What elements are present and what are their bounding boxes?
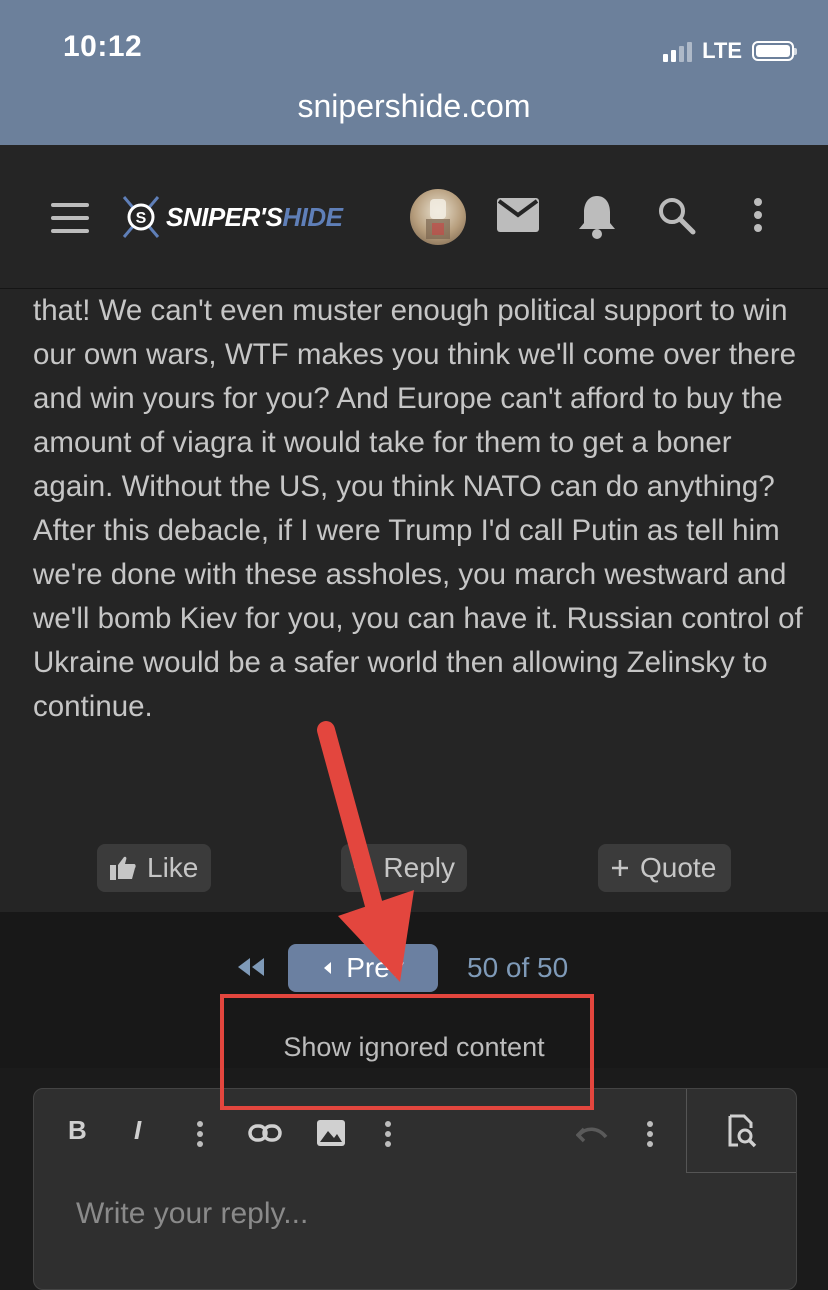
post-body: that! We can't even muster enough politi…: [33, 294, 803, 723]
prev-label: Prev: [346, 952, 404, 983]
search-icon[interactable]: [656, 195, 696, 235]
annotation-highlight-box: [220, 994, 594, 1110]
reply-input[interactable]: Write your reply...: [76, 1197, 308, 1231]
italic-button[interactable]: I: [134, 1115, 141, 1146]
reply-icon: [353, 860, 373, 876]
first-page-icon[interactable]: [236, 956, 266, 983]
status-indicators: LTE: [663, 38, 797, 64]
address-bar-url[interactable]: snipershide.com: [0, 88, 828, 125]
menu-icon[interactable]: [50, 203, 90, 233]
logo-text: SNIPER'SHIDE: [166, 201, 343, 232]
site-header: S SNIPER'SHIDE: [0, 145, 828, 289]
caret-left-icon: [324, 962, 332, 974]
site-logo[interactable]: S SNIPER'SHIDE: [120, 191, 343, 243]
page-count[interactable]: 50 of 50: [467, 952, 568, 984]
quote-button[interactable]: Quote: [598, 844, 731, 892]
logo-crosshair-icon: S: [122, 196, 160, 238]
preview-button[interactable]: [686, 1089, 796, 1173]
svg-text:S: S: [136, 210, 147, 227]
avatar[interactable]: [410, 189, 466, 245]
quote-label: Quote: [640, 852, 717, 883]
like-button[interactable]: Like: [97, 844, 211, 892]
bold-button[interactable]: B: [68, 1115, 87, 1146]
status-time: 10:12: [63, 30, 143, 63]
battery-icon: [752, 41, 797, 61]
post-message: that! We can't even muster enough politi…: [0, 289, 828, 912]
like-label: Like: [147, 852, 199, 883]
prev-page-button[interactable]: Prev: [288, 944, 438, 992]
signal-icon: [663, 40, 693, 62]
bell-icon[interactable]: [576, 193, 618, 239]
mail-icon[interactable]: [496, 197, 540, 233]
reply-editor: B I Write your reply...: [33, 1088, 797, 1290]
link-icon[interactable]: [248, 1123, 282, 1143]
network-label: LTE: [702, 38, 742, 63]
plus-icon: [612, 860, 628, 876]
thumbs-up-icon: [110, 856, 136, 880]
more-insert-options-icon[interactable]: [384, 1121, 392, 1147]
reply-label: Reply: [383, 852, 455, 883]
more-text-options-icon[interactable]: [196, 1121, 204, 1147]
more-vertical-icon[interactable]: [744, 197, 772, 233]
preview-icon: [728, 1114, 756, 1147]
image-icon[interactable]: [316, 1119, 346, 1147]
more-editor-options-icon[interactable]: [646, 1121, 654, 1147]
reply-button[interactable]: Reply: [341, 844, 467, 892]
status-bar: 10:12 LTE snipershide.com: [0, 0, 828, 145]
undo-icon[interactable]: [576, 1123, 608, 1143]
